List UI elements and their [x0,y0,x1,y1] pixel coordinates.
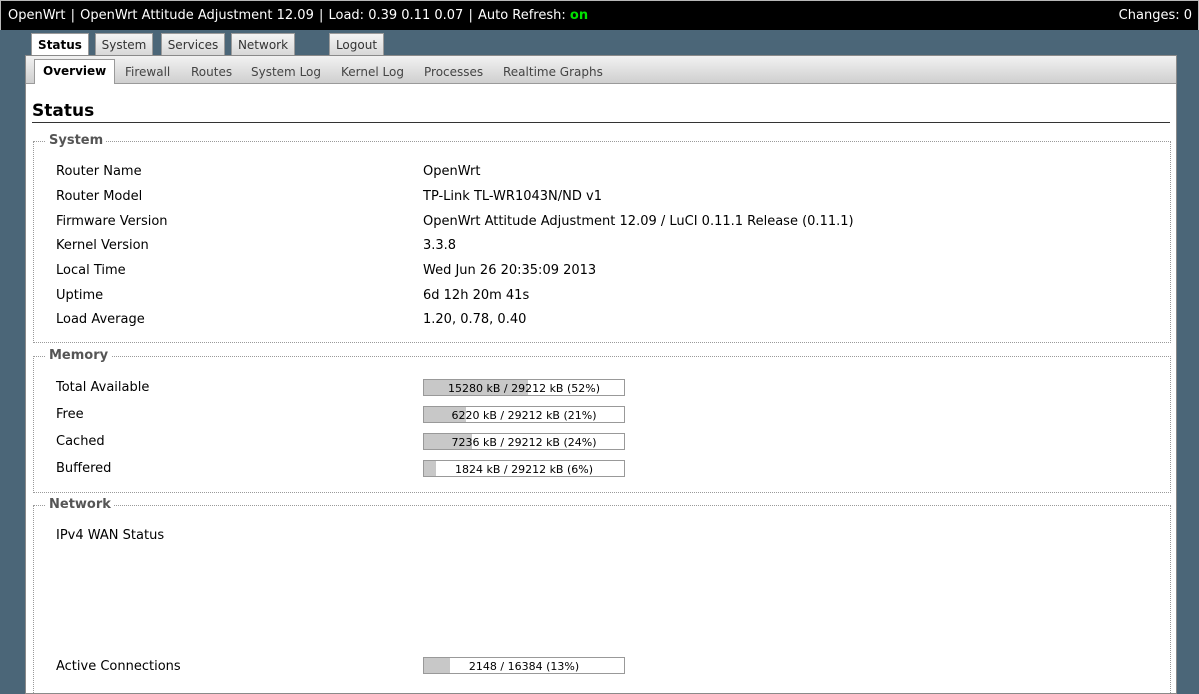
kernel-version-label: Kernel Version [56,238,149,253]
bar-text: 15280 kB / 29212 kB (52%) [447,382,601,395]
buffered-label: Buffered [56,461,112,476]
auto-refresh-label: Auto Refresh: [477,8,566,23]
top-status-bar: OpenWrt | OpenWrt Attitude Adjustment 12… [0,0,1199,30]
subtab-kernel-log[interactable]: Kernel Log [341,65,404,79]
system-section: System Router Name OpenWrt Router Model … [33,133,1171,343]
subtab-realtime-graphs[interactable]: Realtime Graphs [503,65,603,79]
tab-status[interactable]: Status [31,33,89,56]
cached-bar: 7236 kB / 29212 kB (24%) [423,433,625,450]
bar-text: 7236 kB / 29212 kB (24%) [451,436,597,449]
router-name-label: Router Name [56,164,142,179]
router-model-label: Router Model [56,189,143,204]
system-legend: System [46,133,107,148]
active-connections-bar: 2148 / 16384 (13%) [423,657,625,674]
subtab-processes[interactable]: Processes [424,65,483,79]
tab-network[interactable]: Network [231,33,295,55]
bar-text: 6220 kB / 29212 kB (21%) [451,409,597,422]
memory-section: Memory Total Available 15280 kB / 29212 … [33,348,1171,493]
kernel-version-value: 3.3.8 [423,238,457,253]
content-panel: Overview Firewall Routes System Log Kern… [25,55,1177,694]
distribution: OpenWrt Attitude Adjustment 12.09 [80,8,314,23]
subtab-firewall[interactable]: Firewall [125,65,170,79]
local-time-label: Local Time [56,263,126,278]
bar-text: 1824 kB / 29212 kB (6%) [454,463,594,476]
subtab-system-log[interactable]: System Log [251,65,321,79]
load-average-label: Load Average [56,312,145,327]
total-available-bar: 15280 kB / 29212 kB (52%) [423,379,625,396]
subtab-overview[interactable]: Overview [34,59,116,84]
hostname: OpenWrt [8,8,66,23]
subtab-routes[interactable]: Routes [191,65,232,79]
uptime-label: Uptime [56,288,104,303]
uptime-value: 6d 12h 20m 41s [423,288,530,303]
buffered-bar: 1824 kB / 29212 kB (6%) [423,460,625,477]
load-average-value: 1.20, 0.78, 0.40 [423,312,527,327]
router-name-value: OpenWrt [423,164,481,179]
firmware-version-value: OpenWrt Attitude Adjustment 12.09 / LuCI… [423,214,854,229]
free-label: Free [56,407,84,422]
logout-button[interactable]: Logout [329,33,384,55]
local-time-value: Wed Jun 26 20:35:09 2013 [423,263,597,278]
total-available-label: Total Available [56,380,150,395]
tab-services[interactable]: Services [161,33,225,55]
memory-legend: Memory [46,348,112,363]
page-title: Status [32,101,1170,123]
status-subnav: Overview Firewall Routes System Log Kern… [26,56,1176,84]
network-legend: Network [46,497,114,512]
bar-text: 2148 / 16384 (13%) [468,660,580,673]
tab-system[interactable]: System [95,33,153,55]
load-readout: Load: 0.39 0.11 0.07 [328,8,464,23]
changes-counter[interactable]: Changes: 0 [1119,8,1192,23]
cached-label: Cached [56,434,105,449]
header-info: OpenWrt | OpenWrt Attitude Adjustment 12… [8,8,589,23]
firmware-version-label: Firmware Version [56,214,168,229]
router-model-value: TP-Link TL-WR1043N/ND v1 [423,189,602,204]
ipv4-wan-status-label: IPv4 WAN Status [56,528,165,543]
network-section: Network IPv4 WAN Status Active Connectio… [33,497,1171,693]
free-bar: 6220 kB / 29212 kB (21%) [423,406,625,423]
active-connections-label: Active Connections [56,659,181,674]
auto-refresh-toggle[interactable]: on [570,8,588,23]
